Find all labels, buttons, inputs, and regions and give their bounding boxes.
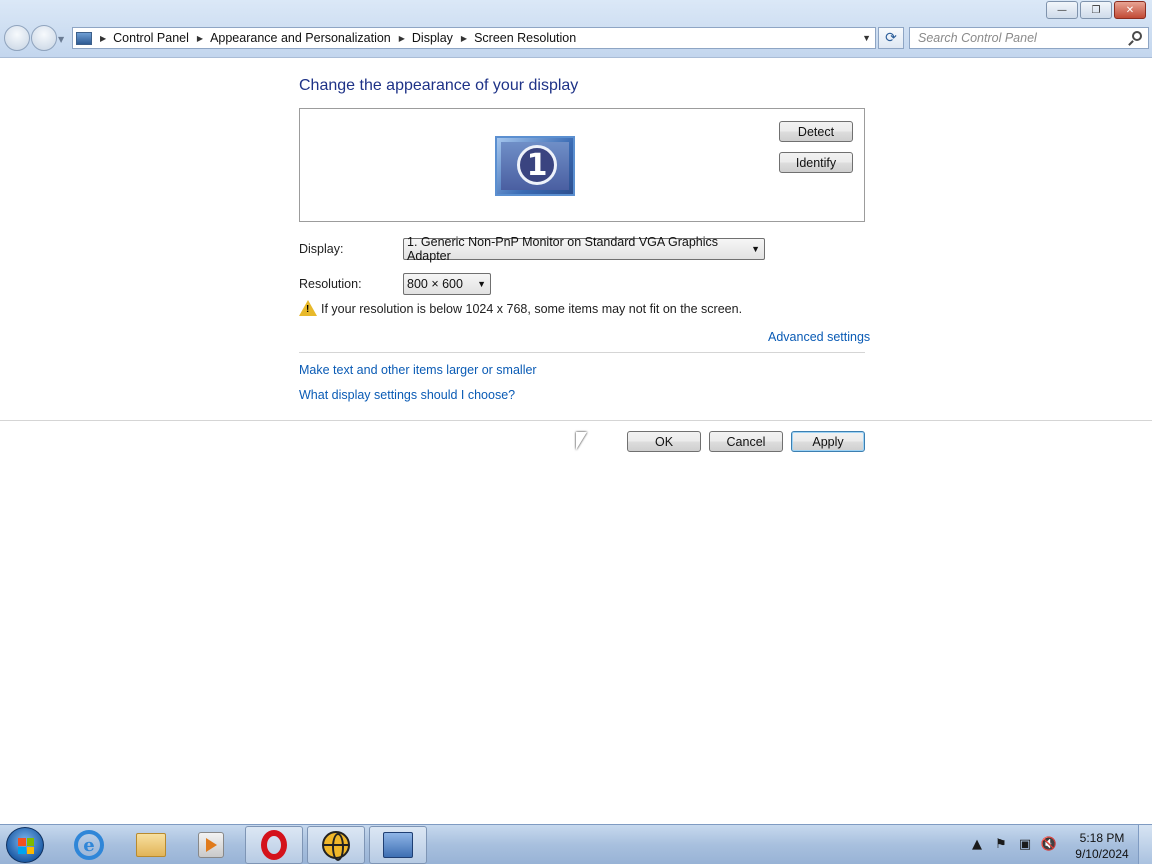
chevron-right-icon[interactable]: ▶ — [461, 34, 467, 43]
clock-date: 9/10/2024 — [1075, 847, 1129, 861]
chevron-down-icon: ▼ — [751, 244, 760, 254]
minimize-button[interactable]: — — [1046, 1, 1078, 19]
internet-explorer-icon: e — [74, 830, 104, 860]
forward-button[interactable] — [31, 25, 57, 51]
media-player-icon — [198, 832, 224, 858]
breadcrumb-appearance[interactable]: Appearance and Personalization — [210, 31, 391, 45]
taskbar-opera[interactable] — [245, 826, 303, 864]
chevron-right-icon[interactable]: ▶ — [100, 34, 106, 43]
display-select[interactable]: 1. Generic Non-PnP Monitor on Standard V… — [403, 235, 765, 263]
show-desktop-button[interactable] — [1138, 825, 1152, 864]
cancel-button[interactable]: Cancel — [709, 431, 783, 452]
windows-explorer-icon — [136, 833, 166, 857]
monitor-number: 1 — [517, 145, 557, 185]
back-button[interactable] — [4, 25, 30, 51]
ok-button[interactable]: OK — [627, 431, 701, 452]
control-panel-icon — [383, 832, 413, 858]
monitor-1-icon[interactable]: 1 — [495, 136, 575, 196]
page-title: Change the appearance of your display — [299, 77, 579, 94]
footer-divider — [0, 420, 1152, 421]
taskbar-control-panel[interactable] — [369, 826, 427, 864]
display-select-value: 1. Generic Non-PnP Monitor on Standard V… — [407, 235, 719, 263]
breadcrumb-screen-resolution[interactable]: Screen Resolution — [474, 31, 576, 45]
start-button[interactable] — [6, 827, 44, 863]
refresh-button[interactable]: ⟳ — [878, 27, 904, 49]
resolution-select-value: 800 × 600 — [407, 277, 463, 291]
display-settings-help-link[interactable]: What display settings should I choose? — [299, 388, 515, 402]
opera-icon — [261, 830, 287, 860]
resolution-warning: If your resolution is below 1024 x 768, … — [321, 302, 743, 316]
display-preview: 1 Detect Identify — [299, 108, 865, 222]
taskbar: e ▲ ⚑ ▣ 🔇 5:18 PM 9/10/2024 — [0, 824, 1152, 864]
address-dropdown-icon[interactable]: ▼ — [862, 33, 871, 43]
clock-time: 5:18 PM — [1079, 831, 1125, 845]
display-label: Display: — [299, 242, 344, 256]
window-titlebar: — ❐ ✕ ▼ ▶ Control Panel ▶ Appearance and… — [0, 0, 1152, 58]
search-placeholder: Search Control Panel — [918, 31, 1037, 45]
warning-icon: ! — [299, 300, 317, 316]
volume-muted-icon[interactable]: 🔇 — [1041, 837, 1057, 852]
apply-button[interactable]: Apply — [791, 431, 865, 452]
window-controls: — ❐ ✕ — [1046, 1, 1146, 19]
chevron-right-icon[interactable]: ▶ — [399, 34, 405, 43]
control-panel-icon — [76, 31, 92, 45]
breadcrumb-display[interactable]: Display — [412, 31, 453, 45]
taskbar-clock[interactable]: 5:18 PM 9/10/2024 — [1070, 830, 1134, 862]
resolution-select[interactable]: 800 × 600 ▼ — [403, 273, 491, 295]
chevron-right-icon[interactable]: ▶ — [197, 34, 203, 43]
resolution-label: Resolution: — [299, 277, 362, 291]
action-center-flag-icon[interactable]: ⚑ — [994, 837, 1008, 852]
globe-app-icon — [322, 831, 350, 861]
close-button[interactable]: ✕ — [1114, 1, 1146, 19]
identify-button[interactable]: Identify — [779, 152, 853, 173]
taskbar-internet-explorer[interactable]: e — [60, 826, 118, 864]
network-icon[interactable]: ▣ — [1018, 837, 1032, 852]
advanced-settings-link[interactable]: Advanced settings — [768, 330, 870, 344]
show-hidden-icons-icon[interactable]: ▲ — [970, 837, 984, 852]
address-bar[interactable]: ▶ Control Panel ▶ Appearance and Persona… — [72, 27, 876, 49]
search-icon[interactable] — [1132, 31, 1142, 41]
taskbar-globe-app[interactable] — [307, 826, 365, 864]
maximize-button[interactable]: ❐ — [1080, 1, 1112, 19]
detect-button[interactable]: Detect — [779, 121, 853, 142]
recent-pages-dropdown[interactable]: ▼ — [58, 35, 64, 44]
chevron-down-icon: ▼ — [477, 279, 486, 289]
breadcrumb-control-panel[interactable]: Control Panel — [113, 31, 189, 45]
taskbar-media-player[interactable] — [182, 826, 240, 864]
system-tray: ▲ ⚑ ▣ 🔇 — [970, 837, 1057, 852]
windows-logo-icon — [18, 838, 34, 854]
mouse-cursor-icon — [576, 432, 587, 450]
taskbar-windows-explorer[interactable] — [122, 826, 180, 864]
search-input[interactable]: Search Control Panel — [909, 27, 1149, 49]
text-size-link[interactable]: Make text and other items larger or smal… — [299, 363, 537, 377]
divider — [299, 352, 865, 353]
